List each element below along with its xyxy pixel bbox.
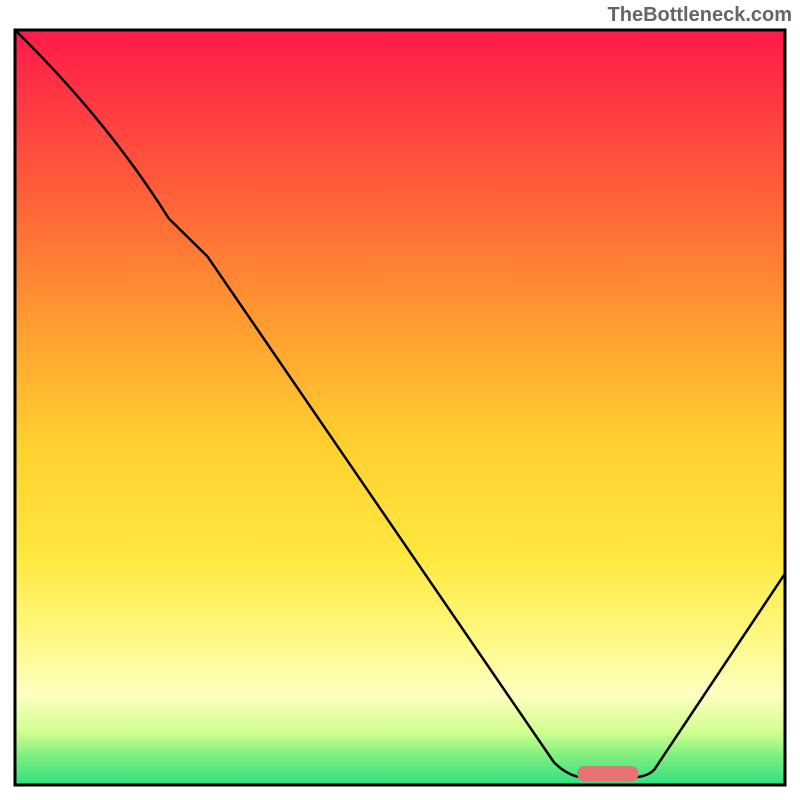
bottleneck-chart: TheBottleneck.com — [0, 0, 800, 800]
gradient-background — [15, 30, 785, 785]
watermark-text: TheBottleneck.com — [608, 4, 792, 27]
chart-svg — [0, 0, 800, 800]
optimal-marker — [577, 766, 639, 781]
